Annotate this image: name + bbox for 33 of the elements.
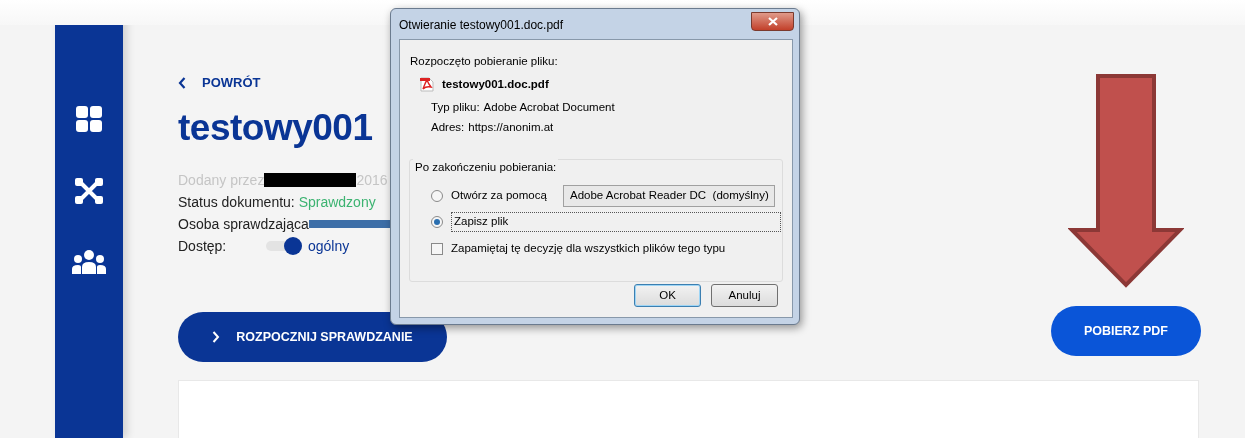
close-icon	[767, 17, 778, 26]
remember-checkbox[interactable]	[431, 242, 443, 255]
field-label: Adres:	[431, 120, 465, 135]
people-icon[interactable]	[72, 250, 106, 274]
document-title: testowy001	[178, 109, 373, 146]
pdf-file-icon	[420, 77, 434, 93]
back-link[interactable]: POWRÓT	[202, 73, 261, 93]
chevron-right-icon	[212, 331, 221, 343]
access-label: Dostęp:	[178, 237, 228, 256]
option-label: Otwórz za pomocą	[451, 188, 548, 204]
close-button[interactable]	[751, 12, 794, 31]
grid-icon[interactable]	[76, 106, 102, 132]
download-pdf-button[interactable]: POBIERZ PDF	[1051, 306, 1201, 356]
radio-button[interactable]	[431, 190, 443, 202]
field-value: Adobe Acrobat Document	[483, 100, 615, 115]
checker-label: Osoba sprawdzająca	[178, 216, 309, 232]
dialog-title: Otwieranie testowy001.doc.pdf	[399, 17, 564, 34]
remember-label: Zapamiętaj tę decyzję dla wszystkich plików tego typu	[451, 241, 726, 256]
access-value: ogólny	[308, 237, 350, 256]
status-value: Sprawdzony	[298, 194, 376, 210]
field-label: Typ pliku:	[431, 100, 480, 115]
chevron-left-icon[interactable]	[178, 77, 186, 89]
start-check-button[interactable]: ROZPOCZNIJ SPRAWDZANIE	[178, 312, 447, 362]
status-label: Status dokumentu:	[178, 194, 295, 210]
option-label: Zapisz plik	[451, 212, 781, 232]
network-icon[interactable]	[75, 178, 103, 204]
ok-button[interactable]: OK	[634, 284, 701, 307]
radio-button[interactable]	[431, 216, 443, 228]
cancel-button[interactable]: Anuluj	[711, 284, 778, 307]
file-name: testowy001.doc.pdf	[442, 77, 549, 92]
app-select[interactable]: Adobe Acrobat Reader DC (domyślny)	[563, 185, 775, 207]
field-value: https://anonim.at	[468, 120, 554, 135]
dialog-heading: Rozpoczęto pobieranie pliku:	[410, 54, 558, 69]
